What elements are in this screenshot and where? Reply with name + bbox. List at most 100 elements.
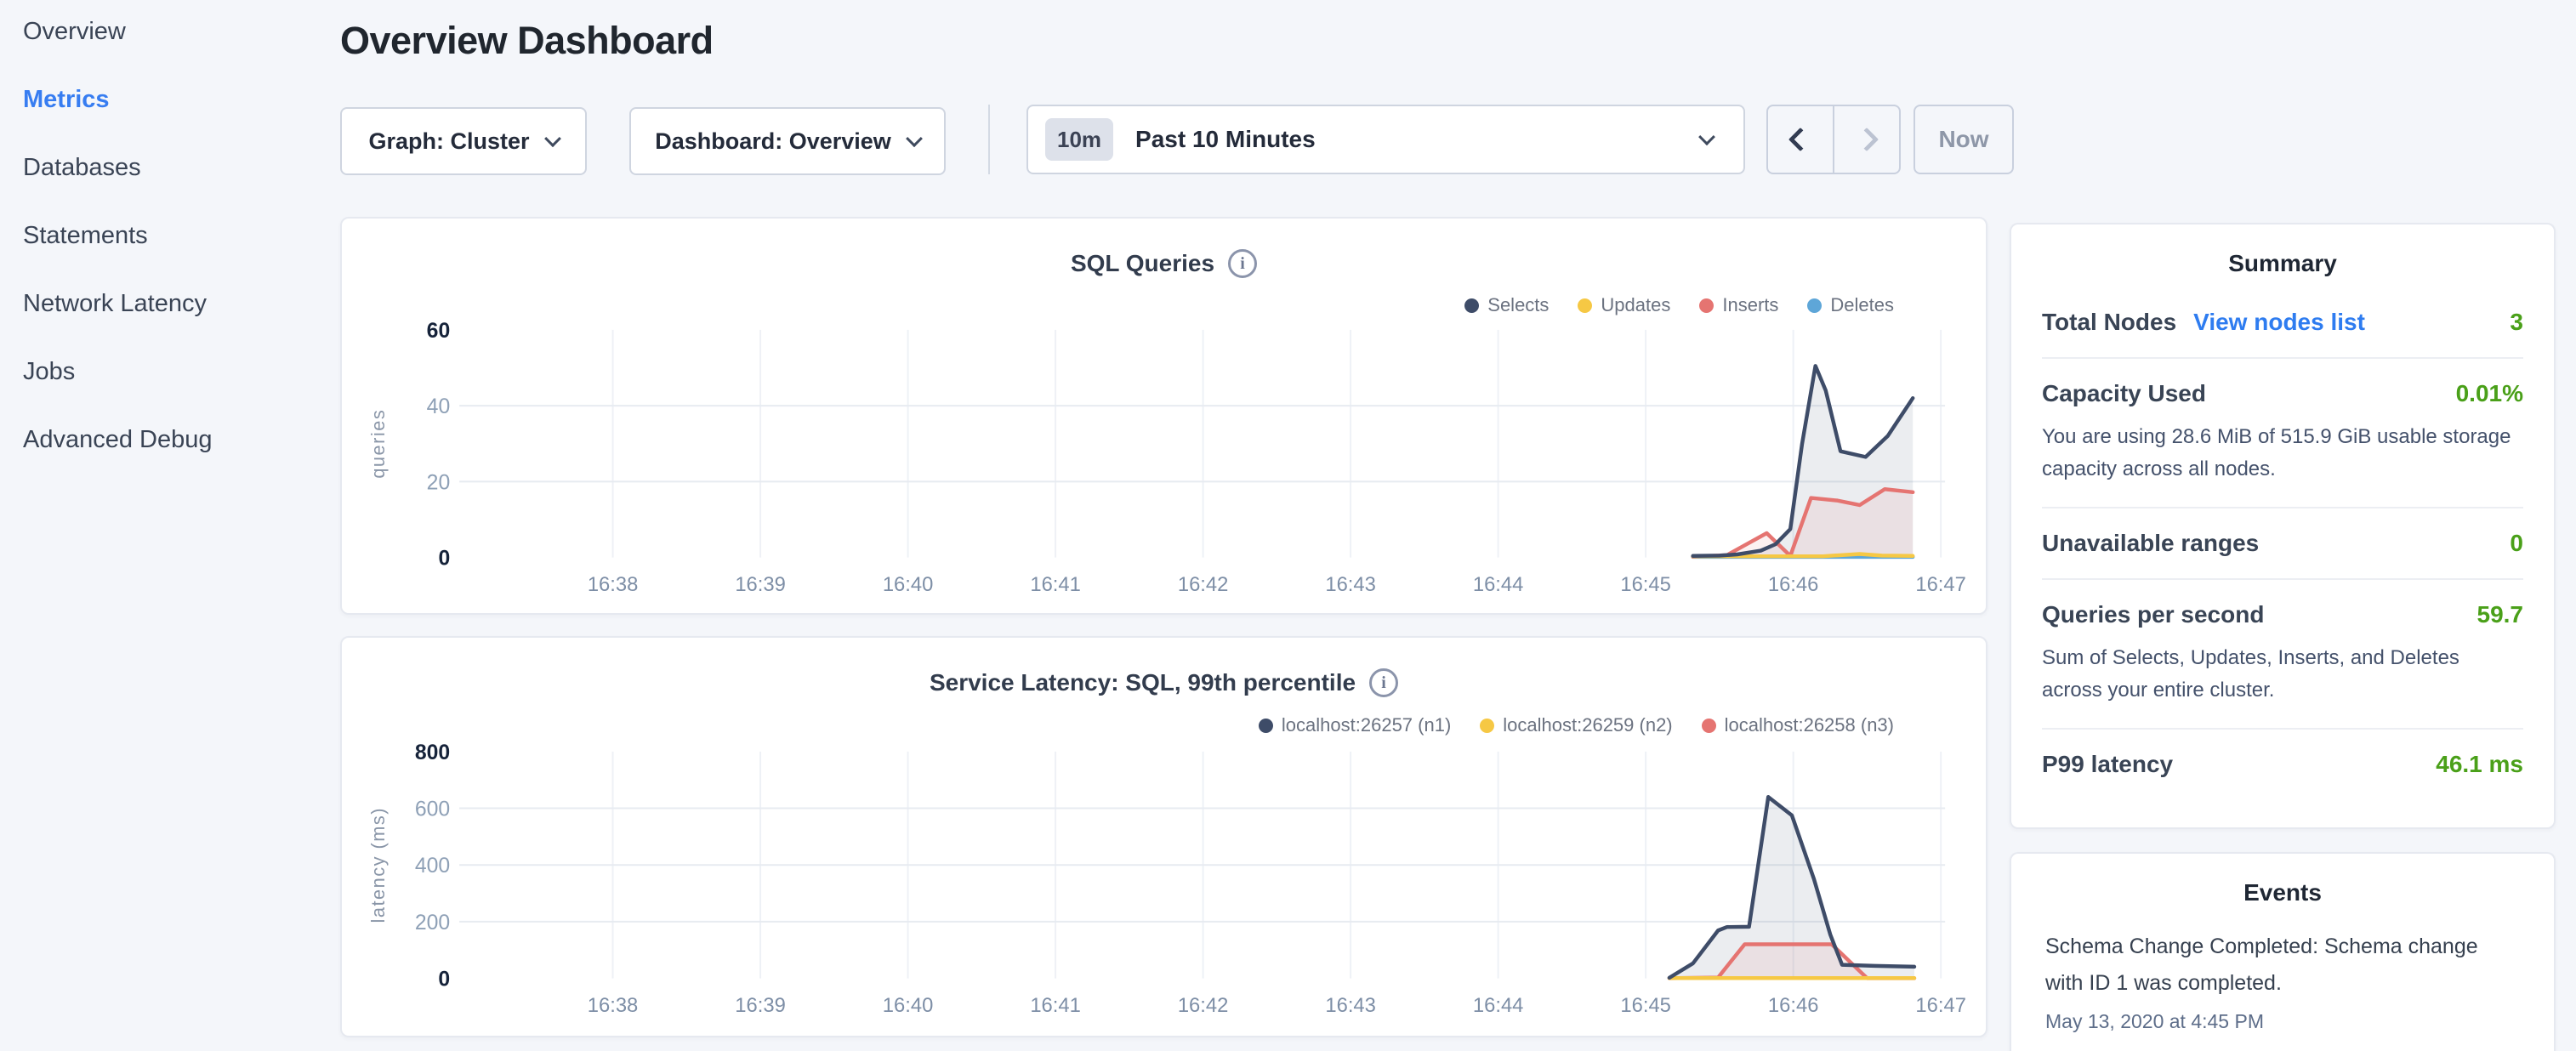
view-nodes-link[interactable]: View nodes list	[2193, 309, 2365, 336]
svg-text:40: 40	[427, 395, 451, 418]
legend-dot	[1259, 719, 1273, 733]
legend-item-updates[interactable]: Updates	[1578, 294, 1670, 316]
svg-text:16:47: 16:47	[1915, 573, 1966, 596]
dashboard-dropdown[interactable]: Dashboard: Overview	[629, 107, 946, 175]
summary-row-value: 59.7	[2477, 601, 2524, 628]
chevron-left-icon	[1788, 128, 1812, 151]
svg-text:latency (ms): latency (ms)	[367, 807, 389, 923]
svg-text:16:42: 16:42	[1178, 573, 1229, 596]
legend-item-selects[interactable]: Selects	[1464, 294, 1549, 316]
prev-time-button[interactable]	[1768, 106, 1833, 173]
chart-title: SQL Queries	[1071, 250, 1214, 277]
legend-item-localhost-26259-n2-[interactable]: localhost:26259 (n2)	[1480, 714, 1672, 736]
svg-text:800: 800	[415, 741, 450, 764]
svg-text:16:44: 16:44	[1473, 994, 1524, 1017]
legend-label: localhost:26257 (n1)	[1282, 714, 1451, 736]
svg-text:20: 20	[427, 471, 451, 494]
info-icon[interactable]: i	[1228, 249, 1257, 278]
summary-row-label: Capacity Used	[2042, 380, 2206, 407]
chevron-down-icon	[544, 130, 561, 147]
svg-text:16:45: 16:45	[1620, 573, 1671, 596]
summary-row-description: Sum of Selects, Updates, Inserts, and De…	[2042, 642, 2523, 707]
summary-title: Summary	[2042, 250, 2523, 277]
sidebar-item-jobs[interactable]: Jobs	[0, 353, 340, 390]
summary-panel: Summary Total Nodes View nodes list 3 Capac…	[2010, 223, 2556, 829]
summary-row-value: 0.01%	[2456, 380, 2523, 407]
svg-text:0: 0	[438, 969, 450, 991]
summary-row: Queries per second 59.7 Sum of Selects, Up…	[2042, 580, 2523, 730]
chart-legend: Selects Updates Inserts Deletes	[1464, 294, 1894, 316]
now-button[interactable]: Now	[1914, 105, 2014, 174]
legend-item-localhost-26258-n3-[interactable]: localhost:26258 (n3)	[1702, 714, 1894, 736]
dashboard-dropdown-label: Dashboard: Overview	[655, 128, 891, 155]
svg-text:16:41: 16:41	[1030, 994, 1081, 1017]
legend-label: localhost:26259 (n2)	[1503, 714, 1672, 736]
legend-item-deletes[interactable]: Deletes	[1807, 294, 1894, 316]
legend-label: Selects	[1487, 294, 1549, 316]
svg-text:60: 60	[427, 320, 451, 343]
legend-label: Updates	[1601, 294, 1670, 316]
sidebar-item-statements[interactable]: Statements	[0, 217, 340, 254]
summary-rows: Total Nodes View nodes list 3 Capacity Used…	[2042, 287, 2523, 799]
svg-text:0: 0	[438, 547, 450, 570]
sidebar-item-advanced-debug[interactable]: Advanced Debug	[0, 421, 340, 458]
svg-text:16:44: 16:44	[1473, 573, 1524, 596]
svg-text:16:40: 16:40	[883, 573, 934, 596]
sidebar-item-metrics[interactable]: Metrics	[0, 81, 340, 118]
sql-queries-chart-card: 16:38 16:39 16:40 16:41 16:42 16:43 16:44 16:45…	[340, 217, 1987, 615]
svg-text:16:39: 16:39	[735, 994, 786, 1017]
sidebar-item-overview[interactable]: Overview	[0, 13, 340, 50]
summary-row-value: 46.1 ms	[2436, 751, 2523, 778]
event-text: Schema Change Completed: Schema change w…	[2045, 929, 2520, 1002]
svg-text:16:46: 16:46	[1768, 994, 1819, 1017]
summary-row: Unavailable ranges0	[2042, 508, 2523, 580]
page-title: Overview Dashboard	[340, 19, 714, 63]
svg-text:400: 400	[415, 855, 450, 878]
svg-text:16:45: 16:45	[1620, 994, 1671, 1017]
summary-row: Total Nodes View nodes list 3	[2042, 287, 2523, 359]
service-latency-plot: 16:3816:3916:4016:4116:4216:4316:4416:45…	[342, 638, 1986, 1036]
toolbar-divider	[988, 105, 990, 174]
chevron-down-icon	[906, 130, 923, 147]
svg-text:16:40: 16:40	[883, 994, 934, 1017]
svg-text:16:43: 16:43	[1325, 994, 1376, 1017]
time-range-badge: 10m	[1045, 118, 1113, 161]
legend-dot	[1578, 298, 1592, 313]
legend-label: localhost:26258 (n3)	[1725, 714, 1894, 736]
summary-row: P99 latency 46.1 ms	[2042, 730, 2523, 799]
svg-text:16:43: 16:43	[1325, 573, 1376, 596]
summary-row-value: 3	[2510, 309, 2523, 336]
events-title: Events	[2045, 879, 2520, 906]
legend-dot	[1699, 298, 1714, 313]
info-icon[interactable]: i	[1369, 668, 1398, 697]
summary-row-description: You are using 28.6 MiB of 515.9 GiB usab…	[2042, 421, 2523, 486]
events-panel: Events Schema Change Completed: Schema c…	[2010, 852, 2556, 1051]
graph-dropdown[interactable]: Graph: Cluster	[340, 107, 587, 175]
summary-row-label: Unavailable ranges	[2042, 530, 2259, 557]
sidebar-item-databases[interactable]: Databases	[0, 149, 340, 186]
legend-dot	[1807, 298, 1822, 313]
svg-text:queries: queries	[367, 409, 389, 479]
legend-item-localhost-26257-n1-[interactable]: localhost:26257 (n1)	[1259, 714, 1451, 736]
event-timestamp: May 13, 2020 at 4:45 PM	[2045, 1010, 2520, 1033]
time-range-selector[interactable]: 10m Past 10 Minutes	[1026, 105, 1745, 174]
chevron-right-icon	[1855, 128, 1879, 151]
summary-row-label: Total Nodes	[2042, 309, 2176, 336]
svg-text:16:38: 16:38	[588, 573, 639, 596]
chevron-down-icon	[1698, 128, 1715, 145]
summary-row-label: P99 latency	[2042, 751, 2173, 778]
legend-label: Deletes	[1830, 294, 1894, 316]
svg-text:16:46: 16:46	[1768, 573, 1819, 596]
time-range-label: Past 10 Minutes	[1135, 126, 1316, 153]
sidebar-item-network-latency[interactable]: Network Latency	[0, 285, 340, 322]
next-time-button[interactable]	[1833, 106, 1899, 173]
events-list: Schema Change Completed: Schema change w…	[2045, 929, 2520, 1033]
svg-text:600: 600	[415, 798, 450, 821]
legend-item-inserts[interactable]: Inserts	[1699, 294, 1778, 316]
svg-text:16:42: 16:42	[1178, 994, 1229, 1017]
svg-text:16:39: 16:39	[735, 573, 786, 596]
summary-row-label: Queries per second	[2042, 601, 2264, 628]
chart-legend: localhost:26257 (n1) localhost:26259 (n2)…	[1259, 714, 1894, 736]
svg-text:16:41: 16:41	[1030, 573, 1081, 596]
sidebar: Overview Metrics Databases Statements Networ…	[0, 0, 340, 1051]
